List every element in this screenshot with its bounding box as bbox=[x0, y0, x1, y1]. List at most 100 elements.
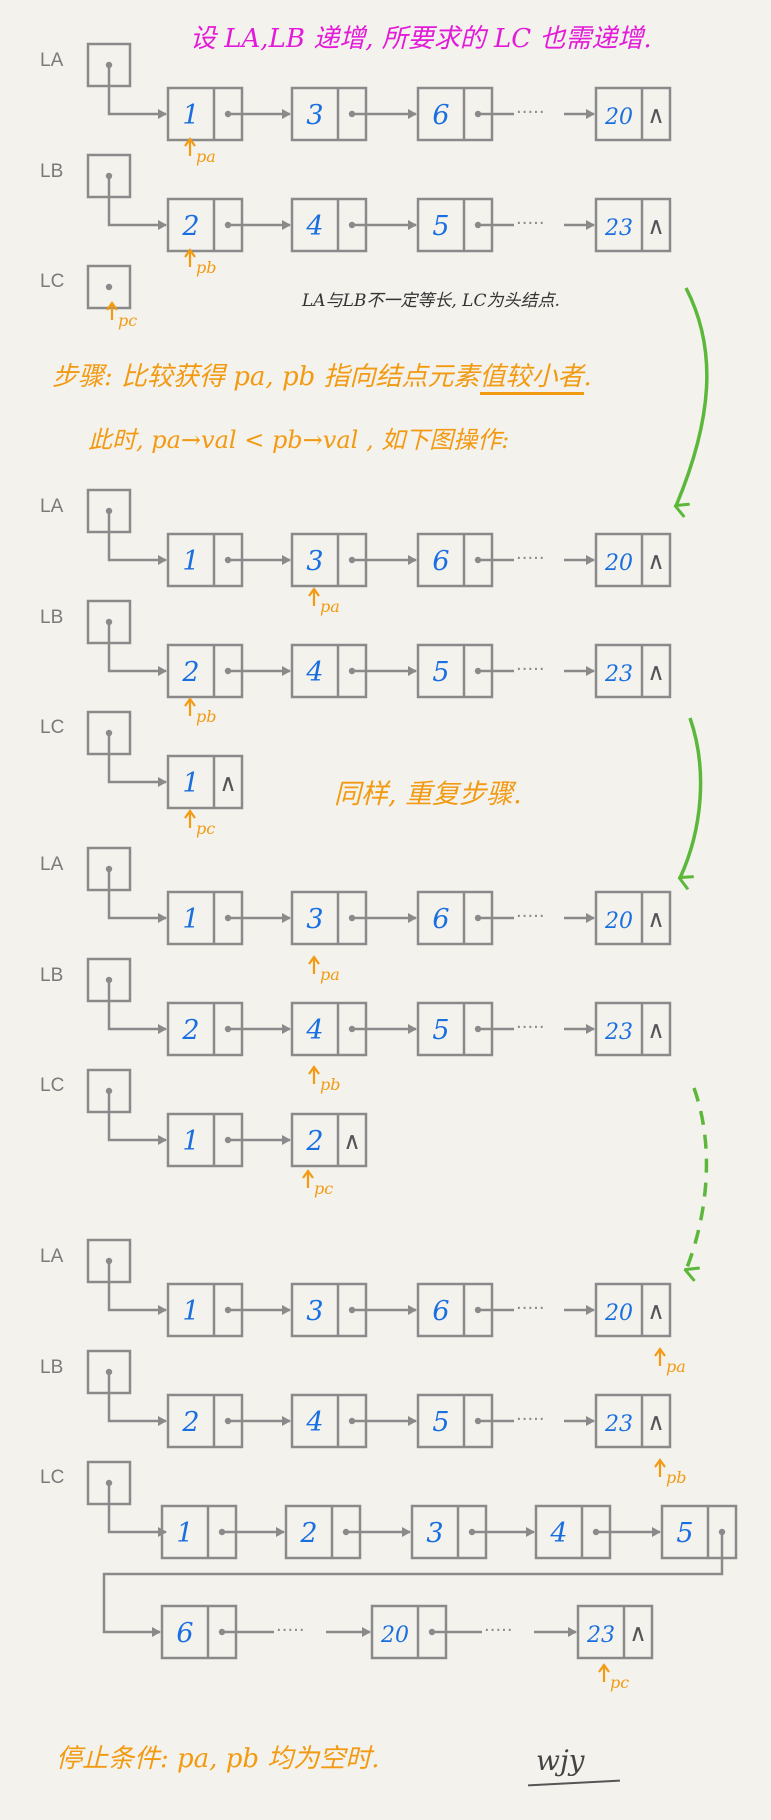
stage3-label-lb: LB bbox=[40, 1357, 63, 1378]
stage1-pb-label: pb bbox=[196, 707, 216, 726]
stage1-lb-node-2-value: 5 bbox=[432, 657, 449, 688]
stage3-la-dots: ····· bbox=[516, 1298, 545, 1319]
transition-arrow-2 bbox=[680, 717, 703, 878]
stage2-lb-node-3-value: 23 bbox=[604, 1020, 633, 1045]
stage0-la-node-3-value: 20 bbox=[604, 105, 633, 130]
stage3-la-node-2-value: 6 bbox=[432, 1296, 449, 1327]
stage3-lc-node-3-value: 4 bbox=[549, 1518, 567, 1549]
stage3-pa-label: pa bbox=[666, 1357, 686, 1376]
stage3-lc-dots-2: ····· bbox=[484, 1620, 513, 1641]
stage3-lc-dots-1: ····· bbox=[276, 1620, 305, 1641]
stage3-lc-node-0-value: 1 bbox=[176, 1518, 193, 1549]
stage3-pb-label: pb bbox=[666, 1468, 686, 1487]
stage2-lc-node-1-null: ∧ bbox=[343, 1127, 361, 1155]
stage1-pa-label: pa bbox=[320, 597, 340, 616]
stage0-lc-head-dot bbox=[105, 283, 113, 291]
stage0-la-node-2-value: 6 bbox=[432, 100, 449, 131]
stage1-lc-node-0-null: ∧ bbox=[219, 769, 237, 797]
stage0-lb-node-1-value: 4 bbox=[305, 211, 323, 242]
stage0-lb-node-3-value: 23 bbox=[604, 216, 633, 241]
stage3-lb-head-link bbox=[107, 1372, 167, 1426]
stage1-label-lb: LB bbox=[40, 607, 63, 628]
stage0-lb-dots: ····· bbox=[516, 213, 545, 234]
stage0-la-dots: ····· bbox=[516, 102, 545, 123]
stage3-lc-node-2-value: 3 bbox=[426, 1518, 443, 1549]
stage2-pc-label: pc bbox=[314, 1179, 333, 1198]
stage1-la-node-3-null: ∧ bbox=[647, 547, 665, 575]
stage3-la-node-3-null: ∧ bbox=[647, 1297, 665, 1325]
stage1-la-node-3-value: 20 bbox=[604, 551, 633, 576]
stage0-pb-label: pb bbox=[196, 258, 216, 277]
stage3-lb-node-0-value: 2 bbox=[181, 1407, 199, 1438]
stage2-label-la: LA bbox=[40, 854, 64, 875]
stage1-lb-dots: ····· bbox=[516, 659, 545, 680]
stage1-lb-node-3-value: 23 bbox=[604, 662, 633, 687]
stage2-lc-node-0-value: 1 bbox=[182, 1126, 199, 1157]
stage3-lc-node-1-value: 2 bbox=[299, 1518, 317, 1549]
stage1-lb-head-link bbox=[107, 622, 167, 676]
transition-arrow-3 bbox=[686, 1087, 709, 1270]
stage3-label-lc: LC bbox=[40, 1467, 64, 1488]
stage0-lb-node-0-value: 2 bbox=[181, 211, 199, 242]
stage3-la-node-3-value: 20 bbox=[604, 1301, 633, 1326]
stage1-lb-node-3-null: ∧ bbox=[647, 658, 665, 686]
stage3-lc-node-4-value: 5 bbox=[676, 1518, 693, 1549]
stage3-lb-dots: ····· bbox=[516, 1409, 545, 1430]
stage2-lc-head-link bbox=[107, 1091, 167, 1145]
stage2-la-head-link bbox=[107, 869, 167, 923]
stage1-lc-node-0-value: 1 bbox=[182, 768, 199, 799]
stage0-pa-label: pa bbox=[196, 147, 216, 166]
stage1-lb-node-1-value: 4 bbox=[305, 657, 323, 688]
stage3-lc-node-6-value: 20 bbox=[380, 1623, 409, 1648]
stage0-pc-label: pc bbox=[118, 311, 137, 330]
stage2-label-lb: LB bbox=[40, 965, 63, 986]
stage0-la-node-1-value: 3 bbox=[306, 100, 323, 131]
stage2-lb-dots: ····· bbox=[516, 1017, 545, 1038]
stage3-la-node-1-value: 3 bbox=[306, 1296, 323, 1327]
stage1-la-dots: ····· bbox=[516, 548, 545, 569]
stage3-lc-node-7-null: ∧ bbox=[629, 1619, 647, 1647]
stage0-la-node-0-value: 1 bbox=[182, 100, 199, 131]
stage0-lb-node-3-null: ∧ bbox=[647, 212, 665, 240]
stage2-lb-node-0-value: 2 bbox=[181, 1015, 199, 1046]
stage0-la-head-link bbox=[107, 65, 167, 119]
stage1-label-la: LA bbox=[40, 496, 64, 517]
stage3-la-head-link bbox=[107, 1261, 167, 1315]
stage0-label-lb: LB bbox=[40, 161, 63, 182]
stage1-pc-label: pc bbox=[196, 819, 215, 838]
stage3-lb-node-3-null: ∧ bbox=[647, 1408, 665, 1436]
stage3-lc-node-7-value: 23 bbox=[586, 1623, 615, 1648]
stage0-lb-node-2-value: 5 bbox=[432, 211, 449, 242]
stage0-label-la: LA bbox=[40, 50, 64, 71]
stage2-pb-label: pb bbox=[320, 1075, 340, 1094]
stage2-la-node-3-value: 20 bbox=[604, 909, 633, 934]
stage1-la-node-1-value: 3 bbox=[306, 546, 323, 577]
transition-arrow-1 bbox=[676, 287, 709, 506]
stage1-lc-head-link bbox=[107, 733, 167, 787]
linked-list-diagram: LA1 3 6 20 ∧·····LB2 4 5 23 ∧·····LCLA1 3 6 20 ∧····… bbox=[40, 42, 738, 1692]
stage1-label-lc: LC bbox=[40, 717, 64, 738]
stage1-la-node-0-value: 1 bbox=[182, 546, 199, 577]
stage2-lb-node-1-value: 4 bbox=[305, 1015, 323, 1046]
stage3-label-la: LA bbox=[40, 1246, 64, 1267]
stage3-lc-head-link bbox=[107, 1483, 167, 1537]
stage2-la-node-0-value: 1 bbox=[182, 904, 199, 935]
stage0-lb-head-link bbox=[107, 176, 167, 230]
stage1-lb-node-0-value: 2 bbox=[181, 657, 199, 688]
stage2-lb-head-link bbox=[107, 980, 167, 1034]
stage3-lb-node-2-value: 5 bbox=[432, 1407, 449, 1438]
stage3-lc-node-5-value: 6 bbox=[176, 1618, 193, 1649]
stage0-la-node-3-null: ∧ bbox=[647, 101, 665, 129]
stage2-pa-label: pa bbox=[320, 965, 340, 984]
stage1-la-node-2-value: 6 bbox=[432, 546, 449, 577]
stage1-la-head-link bbox=[107, 511, 167, 565]
stage3-lb-node-3-value: 23 bbox=[604, 1412, 633, 1437]
stage2-la-node-1-value: 3 bbox=[306, 904, 323, 935]
stage3-pc-label: pc bbox=[610, 1673, 629, 1692]
stage2-la-node-3-null: ∧ bbox=[647, 905, 665, 933]
stage2-lb-node-2-value: 5 bbox=[432, 1015, 449, 1046]
stage2-lc-node-1-value: 2 bbox=[305, 1126, 323, 1157]
stage2-label-lc: LC bbox=[40, 1075, 64, 1096]
stage3-la-node-0-value: 1 bbox=[182, 1296, 199, 1327]
stage2-la-dots: ····· bbox=[516, 906, 545, 927]
